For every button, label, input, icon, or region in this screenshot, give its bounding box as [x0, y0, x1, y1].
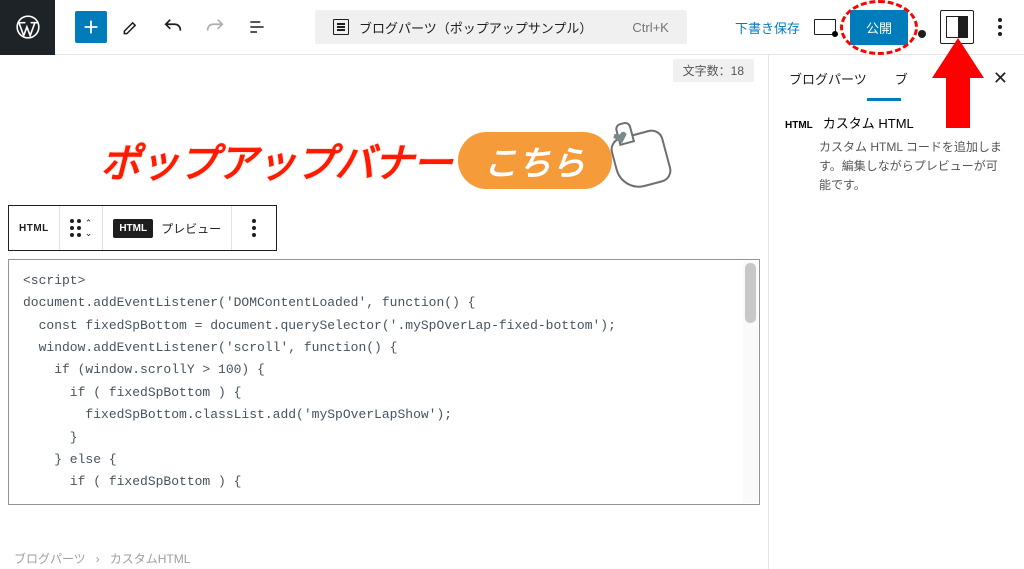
shortcut-hint: Ctrl+K [632, 20, 668, 35]
html-mode-button[interactable]: HTML [113, 219, 153, 238]
breadcrumb-separator: › [96, 552, 100, 566]
preview-mode-button[interactable]: プレビュー [161, 220, 221, 237]
character-count: 文字数：18 [673, 59, 754, 82]
preview-device-button[interactable] [814, 19, 836, 35]
sidebar-tabs: ブログパーツ ブ ✕ [769, 55, 1024, 101]
save-draft-link[interactable]: 下書き保存 [735, 18, 800, 37]
publish-button[interactable]: 公開 [850, 10, 908, 45]
editor-canvas[interactable]: 文字数：18 ポップアップバナー こちら HTML ⌃⌄ HTML プレビュー [0, 55, 768, 569]
document-title: ブログパーツ（ポップアップサンプル） [359, 18, 592, 37]
block-drag-handle[interactable]: ⌃⌄ [60, 206, 104, 250]
dots-icon [242, 216, 266, 240]
editor-topbar: ブログパーツ（ポップアップサンプル） Ctrl+K 下書き保存 公開 [0, 0, 1024, 55]
undo-button[interactable] [155, 9, 191, 45]
block-more-button[interactable] [232, 206, 276, 250]
banner-cta-pill: こちら [458, 132, 612, 189]
wave-icon [918, 30, 926, 38]
breadcrumb-root[interactable]: ブログパーツ [14, 550, 86, 567]
pointer-hand-icon [607, 127, 673, 193]
more-options-button[interactable] [988, 15, 1012, 39]
heart-icon [612, 130, 629, 145]
sidebar-block-info: HTML カスタム HTML カスタム HTML コードを追加します。編集しなが… [769, 101, 1024, 208]
block-title: カスタム HTML [823, 113, 914, 132]
block-breadcrumb: ブログパーツ › カスタムHTML [14, 550, 190, 567]
block-toolbar: HTML ⌃⌄ HTML プレビュー [8, 205, 277, 251]
document-icon [333, 19, 349, 35]
block-description: カスタム HTML コードを追加します。編集しながらプレビューが可能です。 [785, 138, 1008, 196]
redo-button[interactable] [197, 9, 233, 45]
editor-workspace: 文字数：18 ポップアップバナー こちら HTML ⌃⌄ HTML プレビュー [0, 55, 1024, 569]
move-arrows-icon: ⌃⌄ [85, 219, 93, 238]
scrollbar-track[interactable] [743, 261, 758, 503]
document-outline-button[interactable] [239, 9, 275, 45]
banner-text: ポップアップバナー [101, 131, 452, 189]
breadcrumb-leaf[interactable]: カスタムHTML [110, 550, 191, 567]
popup-banner-image: ポップアップバナー こちら [69, 125, 699, 195]
block-type-button[interactable]: HTML [9, 206, 60, 250]
add-block-button[interactable] [75, 11, 107, 43]
html-code-textarea[interactable] [9, 260, 759, 504]
block-type-label: HTML [19, 223, 49, 234]
drag-icon [70, 219, 81, 237]
tab-block[interactable]: ブ [889, 57, 914, 100]
publish-button-label: 公開 [866, 21, 892, 36]
custom-html-block[interactable] [8, 259, 760, 505]
scrollbar-thumb[interactable] [745, 263, 756, 323]
active-tab-indicator [867, 98, 901, 101]
settings-sidebar-toggle[interactable] [940, 10, 974, 44]
block-icon-html: HTML [785, 120, 813, 131]
edit-mode-button[interactable] [113, 9, 149, 45]
html-preview-toggle[interactable]: HTML プレビュー [103, 206, 232, 250]
tab-blog-parts[interactable]: ブログパーツ [783, 57, 873, 100]
wordpress-logo[interactable] [0, 0, 55, 55]
close-sidebar-button[interactable]: ✕ [989, 64, 1012, 93]
document-title-chip[interactable]: ブログパーツ（ポップアップサンプル） Ctrl+K [315, 10, 687, 44]
settings-sidebar: ブログパーツ ブ ✕ HTML カスタム HTML カスタム HTML コードを… [768, 55, 1024, 569]
